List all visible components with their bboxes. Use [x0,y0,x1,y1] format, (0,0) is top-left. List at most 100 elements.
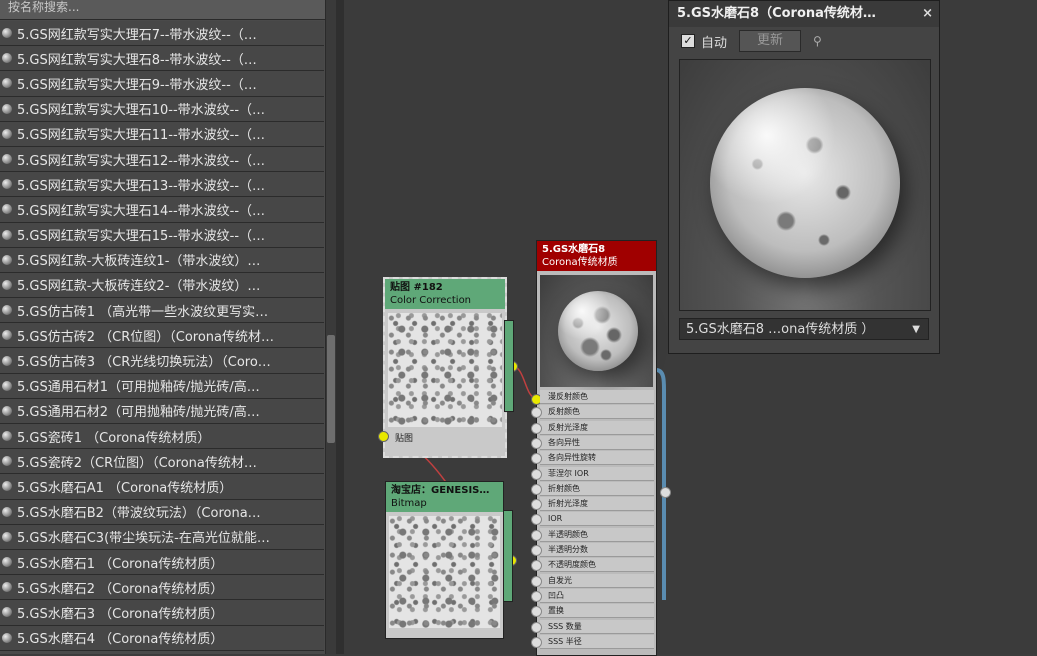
material-sphere-icon [2,557,12,568]
search-input[interactable]: 按名称搜索... [0,0,332,20]
list-item-label: 5.GS水磨石1 （Corona传统材质） [17,556,224,572]
material-sphere-icon [2,179,12,190]
list-item[interactable]: 5.GS网红款写实大理石10--带水波纹--（… [0,96,324,122]
material-slot[interactable]: 各向异性 [540,435,654,450]
list-item[interactable]: 5.GS网红款写实大理石9--带水波纹--（… [0,71,324,97]
list-item[interactable]: 5.GS水磨石4 （Corona传统材质） [0,625,324,651]
material-sphere-icon [2,506,12,517]
preview-sphere [558,291,638,371]
material-sphere-icon [2,103,12,114]
list-item[interactable]: 5.GS水磨石3 （Corona传统材质） [0,600,324,626]
list-item[interactable]: 5.GS仿古砖2 （CR位图）（Corona传统材… [0,323,324,349]
update-button[interactable]: 更新 [739,30,802,52]
scrollbar-thumb[interactable] [327,335,335,443]
material-sphere-icon [2,481,12,492]
list-item-label: 5.GS网红款写实大理石10--带水波纹--（… [17,103,266,119]
material-sphere-icon [2,254,12,265]
material-slot[interactable]: 半透明颜色 [540,527,654,542]
close-icon[interactable]: × [922,1,933,27]
auto-checkbox[interactable]: ✓ [681,34,695,48]
node-title: 淘宝店：GENESIS… [391,485,490,496]
list-item[interactable]: 5.GS水磨石1 （Corona传统材质） [0,549,324,576]
list-item[interactable]: 5.GS网红款写实大理石7--带水波纹--（… [0,21,324,47]
material-preview-window[interactable]: 5.GS水磨石8（Corona传统材… × ✓ 自动 更新 ⚲ 5.GS水磨石8… [668,0,940,354]
panel-divider[interactable] [336,0,344,654]
node-title: 5.GS水磨石8 [542,244,606,255]
material-slot[interactable]: SSS 半径 [540,634,654,649]
list-item-label: 5.GS水磨石4 （Corona传统材质） [17,632,224,648]
chevron-down-icon[interactable]: ▼ [912,319,920,341]
list-item-label: 5.GS网红款-大板砖连纹2-（带水波纹）… [17,279,261,295]
list-item[interactable]: 5.GS水磨石C3(带尘埃玩法-在高光位就能… [0,524,324,550]
material-sphere-icon [2,607,12,618]
list-item-label: 5.GS仿古砖1 （高光带一些水波纹更写实… [17,304,269,320]
list-item[interactable]: 5.GS网红款-大板砖连纹1-（带水波纹）… [0,247,324,273]
node-header: 淘宝店：GENESIS… Bitmap [386,482,503,512]
material-slot[interactable]: 置换 [540,604,654,619]
slot-input-port[interactable] [531,437,542,449]
slot-input-port[interactable] [531,575,542,587]
slot-input-port[interactable] [531,483,542,495]
list-item[interactable]: 5.GS网红款-大板砖连纹2-（带水波纹）… [0,272,324,299]
material-slot[interactable]: 反射光泽度 [540,420,654,435]
preview-sphere [710,88,900,278]
list-item[interactable]: 5.GS通用石材1（可用抛釉砖/抛光砖/高… [0,373,324,399]
list-item[interactable]: 5.GS网红款写实大理石15--带水波纹--（… [0,222,324,248]
material-sphere-icon [2,431,12,442]
material-sphere-icon [2,330,12,341]
list-item[interactable]: 5.GS瓷砖2（CR位图）（Corona传统材… [0,449,324,475]
list-item[interactable]: 5.GS瓷砖1 （Corona传统材质） [0,424,324,450]
list-item[interactable]: 5.GS通用石材2（可用抛釉砖/抛光砖/高… [0,398,324,424]
material-slot[interactable]: 半透明分数 [540,543,654,557]
material-slot[interactable]: 反射颜色 [540,405,654,420]
list-item[interactable]: 5.GS仿古砖3 （CR光线切换玩法）（Coro… [0,348,324,374]
material-slot[interactable]: 折射颜色 [540,481,654,496]
color-correction-node[interactable]: 贴图 #182 Color Correction 贴图 [383,277,507,458]
material-slot[interactable]: 菲涅尔 IOR [540,466,654,481]
material-slot[interactable]: SSS 数量 [540,619,654,634]
window-titlebar[interactable]: 5.GS水磨石8（Corona传统材… × [669,1,939,27]
list-item[interactable]: 5.GS网红款写实大理石8--带水波纹--（… [0,46,324,72]
list-item[interactable]: 5.GS仿古砖1 （高光带一些水波纹更写实… [0,298,324,324]
material-slot[interactable]: 不透明度颜色 [540,558,654,573]
material-slot[interactable]: 各向异性旋转 [540,451,654,466]
material-browser-panel: 按名称搜索... 5.GS网红款写实大理石7--带水波纹--（… 5.GS网红款写… [0,0,336,654]
list-item-label: 5.GS网红款-大板砖连纹1-（带水波纹）… [17,254,261,270]
material-sphere-icon [2,405,12,416]
list-item-label: 5.GS网红款写实大理石12--带水波纹--（… [17,153,266,169]
list-item[interactable]: 5.GS水磨石2 （Corona传统材质） [0,575,324,601]
node-preview-thumbnail [389,516,500,628]
material-dropdown[interactable]: 5.GS水磨石8 …ona传统材质 ） ▼ [679,318,929,340]
cc-input-port[interactable] [378,431,389,442]
list-item[interactable]: 5.GS网红款写实大理石12--带水波纹--（… [0,146,324,173]
slot-input-port[interactable] [531,422,542,434]
slot-input-port[interactable] [531,636,542,648]
list-item-label: 5.GS仿古砖3 （CR光线切换玩法）（Coro… [17,355,271,371]
list-item[interactable]: 5.GS网红款写实大理石14--带水波纹--（… [0,197,324,223]
pin-icon[interactable]: ⚲ [813,34,822,48]
list-item[interactable]: 5.GS水磨石A1 （Corona传统材质） [0,474,324,500]
slot-input-port[interactable] [531,621,542,633]
list-item[interactable]: 5.GS网红款写实大理石13--带水波纹--（… [0,172,324,198]
bitmap-node[interactable]: 淘宝店：GENESIS… Bitmap [385,481,504,639]
material-slot[interactable]: 漫反射颜色 [540,390,654,404]
list-item-label: 5.GS通用石材1（可用抛釉砖/抛光砖/高… [17,380,260,396]
list-item-label: 5.GS水磨石3 （Corona传统材质） [17,606,224,622]
slot-input-port[interactable] [531,468,542,480]
list-item[interactable]: 5.GS网红款写实大理石11--带水波纹--（… [0,121,324,147]
slot-input-port[interactable] [531,545,542,556]
material-sphere-icon [2,128,12,139]
material-slot[interactable]: 折射光泽度 [540,497,654,512]
list-item-label: 5.GS水磨石C3(带尘埃玩法-在高光位就能… [17,531,270,547]
slot-input-port[interactable] [531,529,542,541]
material-sphere-icon [2,204,12,215]
material-slot[interactable]: IOR [540,512,654,527]
material-sphere-icon [2,154,12,165]
material-slot[interactable]: 凹凸 [540,588,654,603]
list-item-label: 5.GS水磨石B2（带波纹玩法）（Corona… [17,506,261,522]
material-slot[interactable]: 自发光 [540,573,654,588]
material-output-port[interactable] [660,487,671,498]
list-item[interactable]: 5.GS水磨石B2（带波纹玩法）（Corona… [0,499,324,525]
list-item-label: 5.GS水磨石A1 （Corona传统材质） [17,480,233,496]
slot-input-port[interactable] [531,590,542,602]
